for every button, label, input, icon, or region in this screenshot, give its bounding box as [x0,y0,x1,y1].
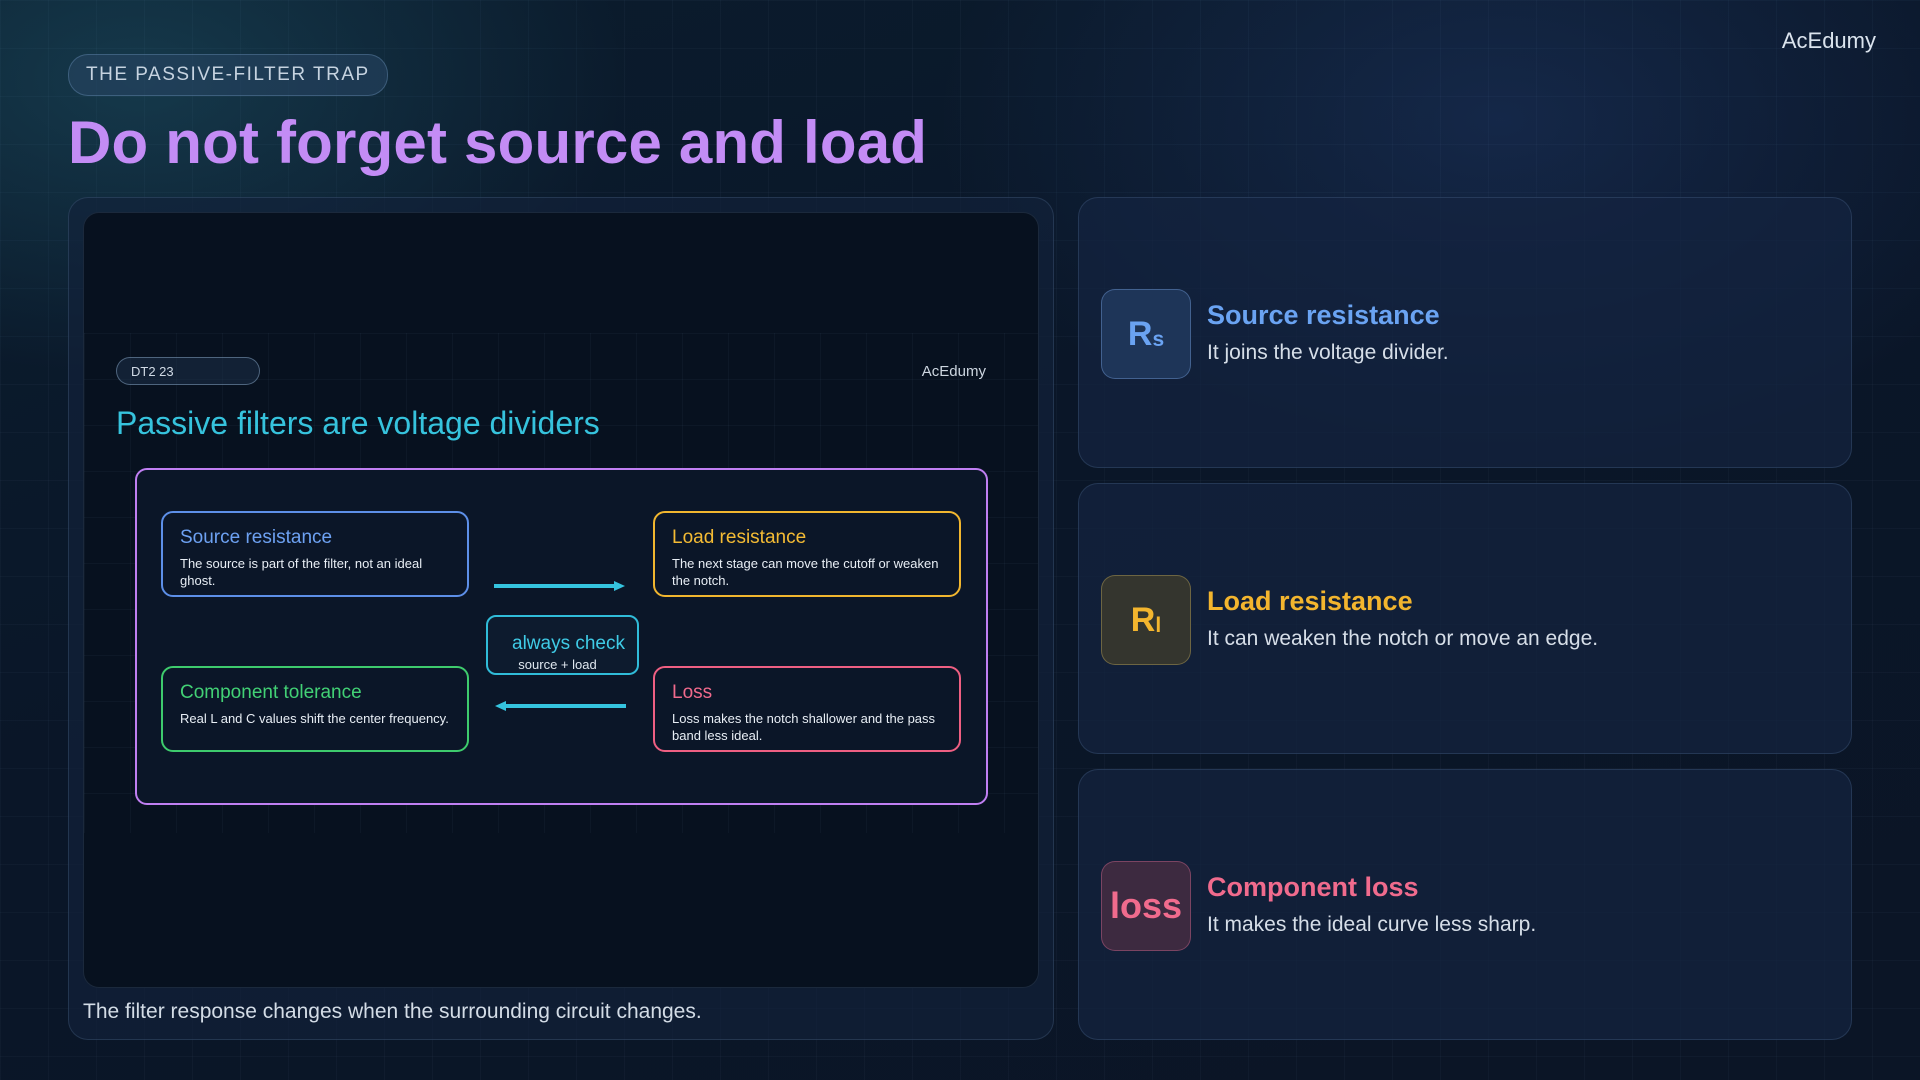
badge-main-text: R [1127,314,1153,353]
section-kicker: THE PASSIVE-FILTER TRAP [68,54,388,96]
loss-desc: Loss makes the notch shallower and the p… [672,711,936,743]
loss-box: Loss Loss makes the notch shallower and … [653,666,961,752]
embedded-slide: DT2 23 AcEdumy Passive filters are volta… [83,212,1039,988]
badge-sub-text: s [1152,328,1165,351]
arrow-right-icon [494,581,625,591]
card-title: Source resistance [1207,300,1440,330]
card-source-resistance: Rs Source resistance It joins the voltag… [1078,197,1852,468]
slide-tag: DT2 23 [116,357,260,385]
component-loss-badge-icon: loss [1101,861,1191,951]
load-resistance-desc: The next stage can move the cutoff or we… [672,556,939,588]
badge-main-text: loss [1109,885,1183,926]
badge-sub-text: l [1155,614,1162,637]
load-resistance-badge-icon: Rl [1101,575,1191,665]
card-title: Component loss [1207,872,1419,902]
source-resistance-badge-icon: Rs [1101,289,1191,379]
always-check-title: always check [512,633,625,654]
page-title: Do not forget source and load [68,109,928,176]
component-tolerance-desc: Real L and C values shift the center fre… [180,711,449,726]
source-resistance-desc: The source is part of the filter, not an… [180,556,423,588]
card-desc: It joins the voltage divider. [1207,341,1449,364]
voltage-divider-diagram: Source resistance The source is part of … [135,468,988,805]
card-text: Component loss It makes the ideal curve … [1207,872,1536,937]
always-check-node: always check source + load [486,615,639,675]
source-resistance-box: Source resistance The source is part of … [161,511,469,597]
slide-preview-panel: DT2 23 AcEdumy Passive filters are volta… [68,197,1054,1040]
panel-caption: The filter response changes when the sur… [83,1000,702,1023]
card-desc: It can weaken the notch or move an edge. [1207,627,1599,650]
source-resistance-title: Source resistance [180,527,333,548]
card-text: Source resistance It joins the voltage d… [1207,300,1449,365]
loss-title: Loss [672,682,713,703]
always-check-subtitle: source + load [518,657,597,672]
component-tolerance-box: Component tolerance Real L and C values … [161,666,469,752]
component-tolerance-title: Component tolerance [180,682,362,703]
load-resistance-box: Load resistance The next stage can move … [653,511,961,597]
card-title: Load resistance [1207,586,1413,616]
card-desc: It makes the ideal curve less sharp. [1207,913,1537,936]
card-component-loss: loss Component loss It makes the ideal c… [1078,769,1852,1040]
brand-logo: AcEdumy [1781,28,1876,53]
load-resistance-title: Load resistance [672,527,807,548]
arrow-left-icon [495,701,626,711]
slide-brand: AcEdumy [921,363,986,380]
card-text: Load resistance It can weaken the notch … [1207,586,1598,651]
slide-title: Passive filters are voltage dividers [116,405,600,441]
card-load-resistance: Rl Load resistance It can weaken the not… [1078,483,1852,754]
badge-main-text: R [1130,600,1156,639]
